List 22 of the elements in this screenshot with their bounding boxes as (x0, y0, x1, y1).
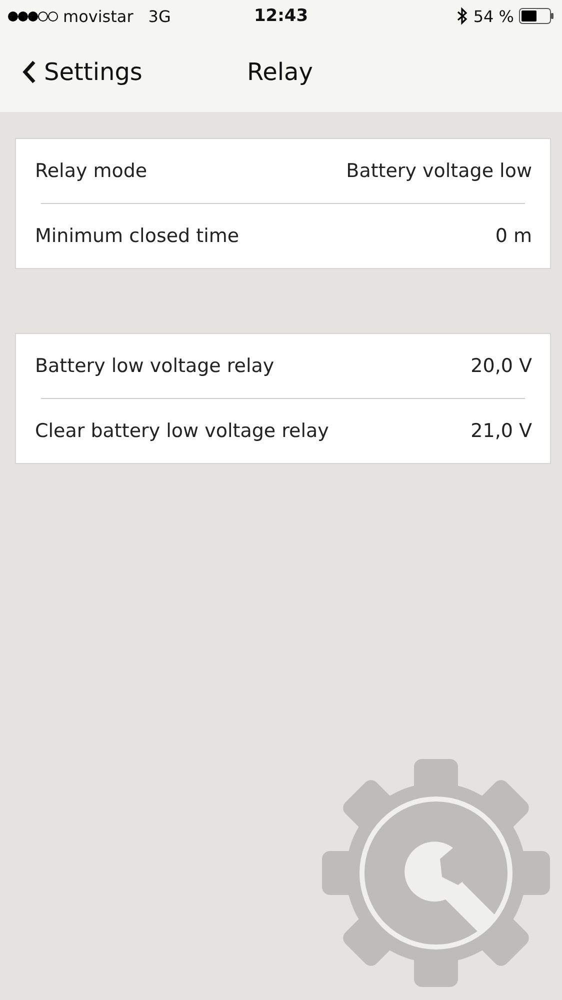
screen-title: Relay (247, 58, 313, 86)
battery-icon (519, 8, 554, 24)
network-type: 3G (148, 6, 171, 26)
setting-value: Battery voltage low (346, 160, 532, 182)
setting-value: 21,0 V (470, 420, 532, 442)
clock-time: 12:43 (254, 6, 308, 26)
setting-label: Minimum closed time (35, 225, 240, 247)
setting-value: 20,0 V (470, 355, 532, 377)
carrier-name: movistar (63, 6, 134, 26)
settings-row[interactable]: Clear battery low voltage relay 21,0 V (16, 399, 550, 463)
settings-row[interactable]: Battery low voltage relay 20,0 V (16, 334, 550, 398)
setting-label: Clear battery low voltage relay (35, 420, 329, 442)
battery-percent: 54 % (473, 6, 514, 26)
chevron-left-icon (22, 60, 36, 84)
settings-row[interactable]: Relay mode Battery voltage low (16, 139, 550, 203)
bluetooth-icon (457, 7, 468, 25)
settings-row[interactable]: Minimum closed time 0 m (16, 204, 550, 268)
setting-value: 0 m (495, 225, 532, 247)
setting-label: Battery low voltage relay (35, 355, 274, 377)
back-button[interactable]: Settings (22, 58, 142, 86)
setting-label: Relay mode (35, 160, 148, 182)
signal-icon (8, 10, 58, 22)
